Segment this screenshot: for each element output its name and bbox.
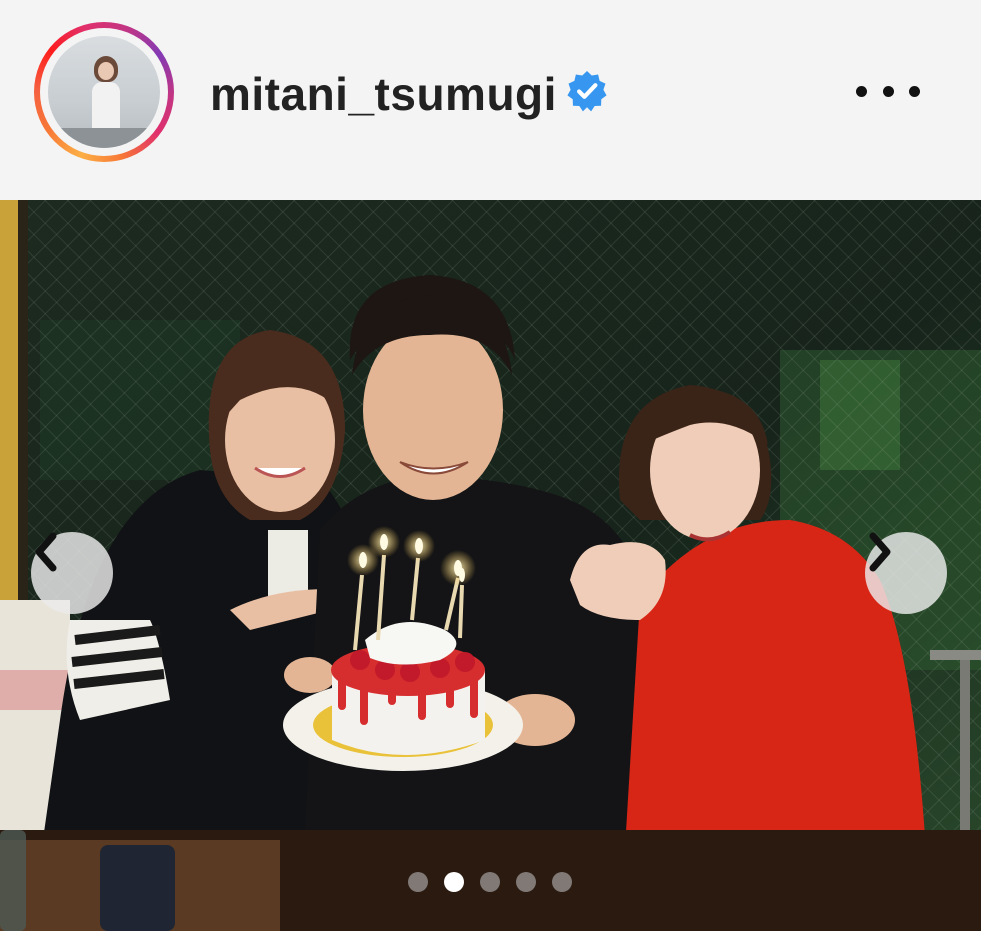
carousel-indicator [408,871,572,893]
carousel-dot [552,872,572,892]
carousel-dot [480,872,500,892]
more-options-button[interactable] [856,80,920,102]
story-ring[interactable] [34,22,174,162]
carousel-next-button[interactable] [865,532,947,614]
chevron-left-icon [35,532,57,572]
chevron-right-icon [869,532,891,572]
verified-badge-icon [567,71,607,112]
avatar[interactable] [48,36,160,148]
photo-illustration [0,200,981,931]
post-photo[interactable] [0,200,981,931]
carousel-dot-active [444,872,464,892]
post-header: mitani_tsumugi [0,0,981,200]
more-horizontal-icon [856,85,867,97]
carousel-dot [516,872,536,892]
username-link[interactable]: mitani_tsumugi [210,66,557,122]
carousel-prev-button[interactable] [31,532,113,614]
carousel-dot [408,872,428,892]
